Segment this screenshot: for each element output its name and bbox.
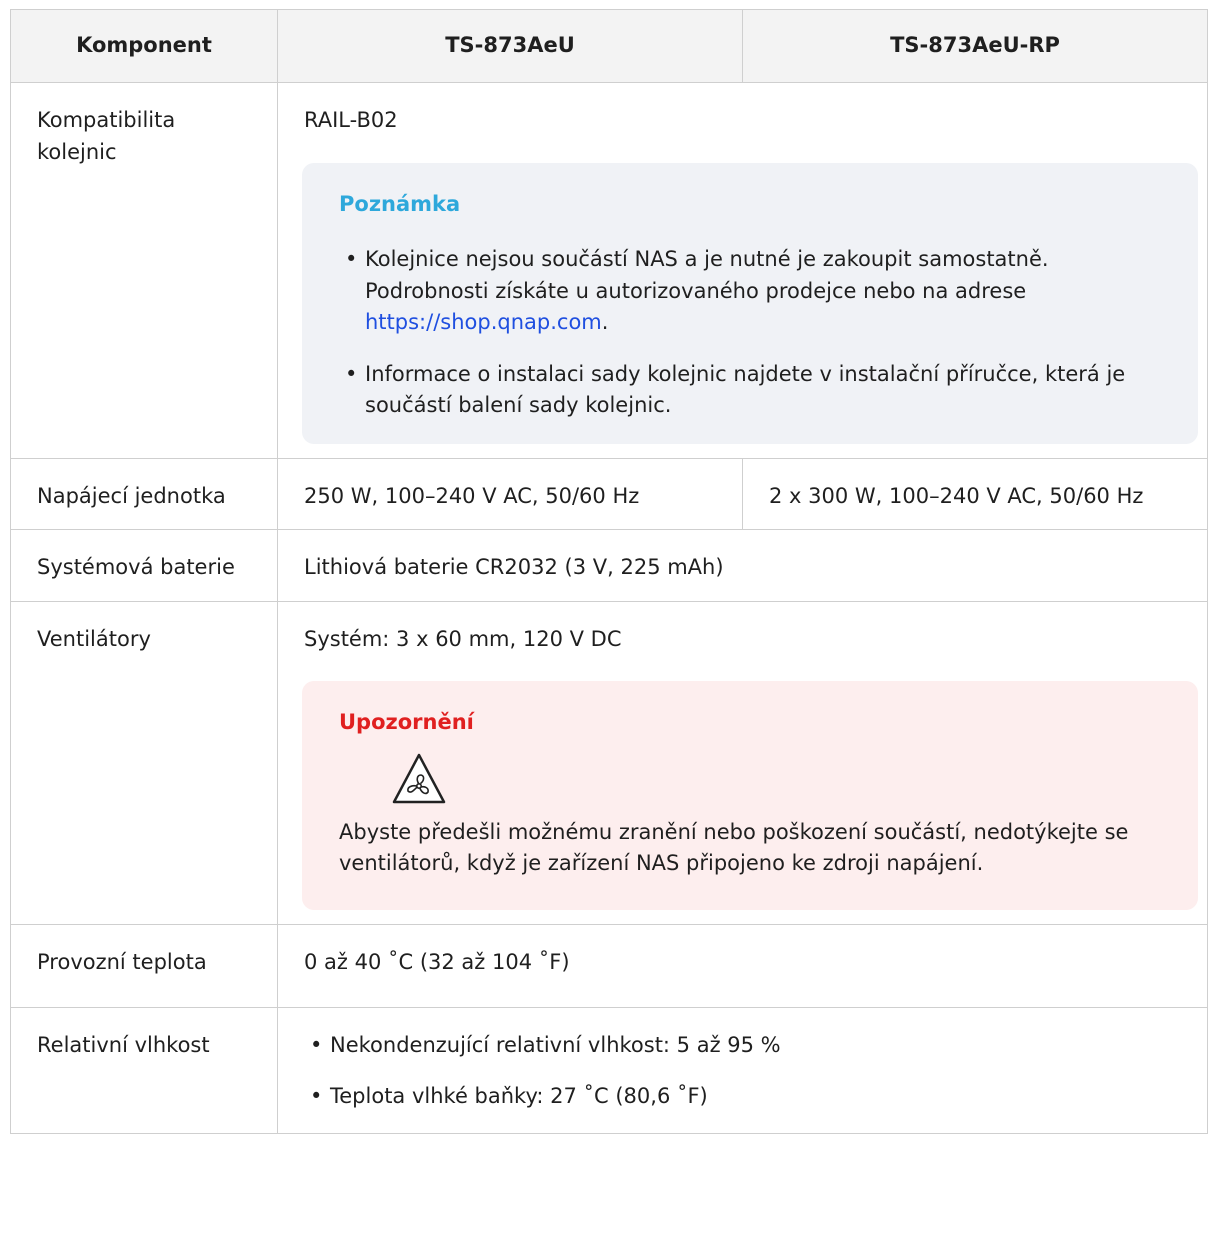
row-humidity: Relativní vlhkost Nekondenzující relativ… xyxy=(10,1006,1208,1134)
header-model-1: TS-873AeU xyxy=(277,9,743,83)
rails-value-cell: RAIL-B02 Poznámka Kolejnice nejsou součá… xyxy=(277,82,1208,459)
humidity-list: Nekondenzující relativní vlhkost: 5 až 9… xyxy=(304,1030,1207,1113)
row-battery: Systémová baterie Lithiová baterie CR203… xyxy=(10,528,1208,602)
note-list: Kolejnice nejsou součástí NAS a je nutné… xyxy=(339,244,1168,422)
header-component: Komponent xyxy=(10,9,278,83)
note-box: Poznámka Kolejnice nejsou součástí NAS a… xyxy=(302,162,1198,444)
row-fans: Ventilátory Systém: 3 x 60 mm, 120 V DC … xyxy=(10,600,1208,925)
psu-value-2: 2 x 300 W, 100–240 V AC, 50/60 Hz xyxy=(742,457,1208,530)
psu-value-1: 250 W, 100–240 V AC, 50/60 Hz xyxy=(277,457,743,530)
header-model-2: TS-873AeU-RP xyxy=(742,9,1208,83)
psu-label: Napájecí jednotka xyxy=(10,457,278,530)
fans-value: Systém: 3 x 60 mm, 120 V DC xyxy=(304,626,622,651)
fans-label: Ventilátory xyxy=(10,600,278,925)
temp-value: 0 až 40 ˚C (32 až 104 ˚F) xyxy=(277,923,1208,1008)
note-item-end: . xyxy=(601,310,609,334)
note-item: Kolejnice nejsou součástí NAS a je nutné… xyxy=(339,244,1168,339)
humidity-value-cell: Nekondenzující relativní vlhkost: 5 až 9… xyxy=(277,1006,1208,1134)
battery-label: Systémová baterie xyxy=(10,528,278,602)
specs-table: Komponent TS-873AeU TS-873AeU-RP Kompati… xyxy=(10,9,1208,1134)
warning-text: Abyste předešli možnému zranění nebo poš… xyxy=(339,819,1129,876)
battery-value: Lithiová baterie CR2032 (3 V, 225 mAh) xyxy=(277,528,1208,602)
header-row: Komponent TS-873AeU TS-873AeU-RP xyxy=(10,9,1208,83)
rails-label: Kompatibilita kolejnic xyxy=(10,82,278,459)
note-title: Poznámka xyxy=(339,191,461,216)
note-item: Informace o instalaci sady kolejnic najd… xyxy=(339,359,1168,422)
warning-title: Upozornění xyxy=(339,710,474,734)
rails-label-text: Kompatibilita kolejnic xyxy=(37,108,176,164)
humidity-item: Nekondenzující relativní vlhkost: 5 až 9… xyxy=(304,1030,1207,1062)
rails-value: RAIL-B02 xyxy=(304,108,398,132)
fan-warning-icon xyxy=(392,753,446,803)
humidity-label: Relativní vlhkost xyxy=(10,1006,278,1134)
row-psu: Napájecí jednotka 250 W, 100–240 V AC, 5… xyxy=(10,457,1208,530)
note-item-text: Kolejnice nejsou součástí NAS a je nutné… xyxy=(365,247,1049,303)
fans-value-cell: Systém: 3 x 60 mm, 120 V DC Upozornění A… xyxy=(277,600,1208,925)
row-temp: Provozní teplota 0 až 40 ˚C (32 až 104 ˚… xyxy=(10,923,1208,1008)
row-rails: Kompatibilita kolejnic RAIL-B02 Poznámka… xyxy=(10,82,1208,459)
temp-label: Provozní teplota xyxy=(10,923,278,1008)
humidity-item: Teplota vlhké baňky: 27 ˚C (80,6 ˚F) xyxy=(304,1081,1207,1113)
warning-box: Upozornění Abyste předešli možnému zraně… xyxy=(302,681,1198,910)
shop-link[interactable]: https://shop.qnap.com xyxy=(365,310,602,334)
